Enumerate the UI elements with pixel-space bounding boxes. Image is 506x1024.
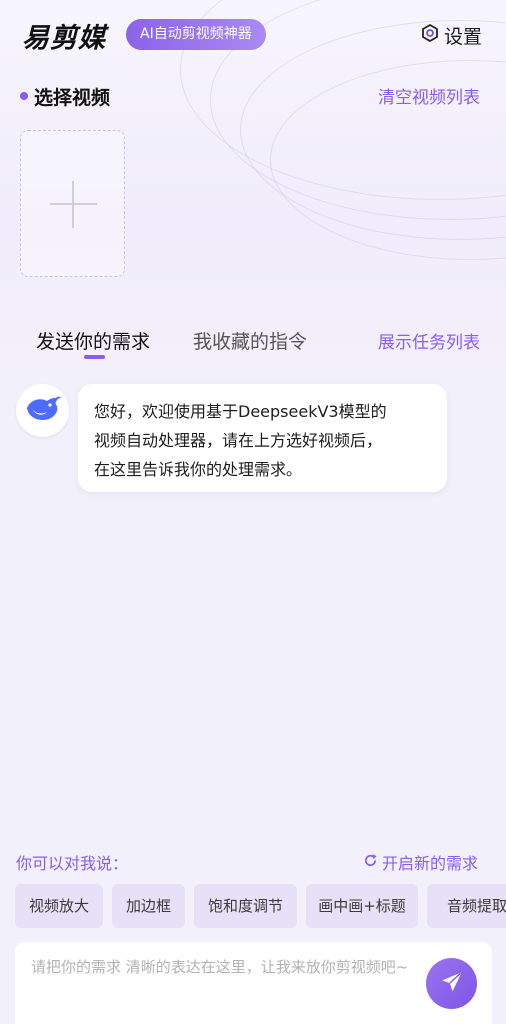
hexagon-gear-icon bbox=[420, 23, 440, 47]
paper-plane-icon bbox=[439, 969, 465, 999]
suggestion-chip[interactable]: 音频提取 bbox=[427, 884, 506, 928]
new-request-label: 开启新的需求 bbox=[382, 854, 479, 873]
request-input-container bbox=[15, 942, 492, 1024]
slogan-badge: AI自动剪视频神器 bbox=[126, 19, 266, 50]
avatar bbox=[16, 384, 69, 437]
app-logo: 易剪媒 bbox=[22, 23, 106, 54]
title-dot-icon bbox=[20, 92, 28, 100]
suggestion-chips: 视频放大 加边框 饱和度调节 画中画+标题 音频提取 bbox=[15, 884, 506, 928]
send-button[interactable] bbox=[426, 958, 477, 1009]
suggestion-chip[interactable]: 加边框 bbox=[112, 884, 185, 928]
assistant-message-bubble: 您好，欢迎使用基于DeepseekV3模型的 视频自动处理器，请在上方选好视频后… bbox=[78, 384, 447, 492]
add-video-button[interactable] bbox=[20, 130, 125, 277]
settings-label: 设置 bbox=[444, 25, 483, 48]
message-line: 您好，欢迎使用基于DeepseekV3模型的 bbox=[94, 402, 387, 421]
deepseek-whale-icon bbox=[24, 394, 62, 428]
show-task-list-link[interactable]: 展示任务列表 bbox=[378, 328, 480, 353]
tab-saved-commands[interactable]: 我收藏的指令 bbox=[193, 327, 307, 354]
active-tab-indicator bbox=[84, 355, 105, 359]
suggestion-chip[interactable]: 画中画+标题 bbox=[306, 884, 418, 928]
select-video-title: 选择视频 bbox=[20, 82, 110, 110]
request-input[interactable] bbox=[31, 956, 411, 1016]
new-request-button[interactable]: 开启新的需求 bbox=[363, 850, 478, 874]
clear-video-list-link[interactable]: 清空视频列表 bbox=[378, 83, 480, 108]
message-line: 视频自动处理器，请在上方选好视频后， bbox=[94, 431, 383, 450]
message-line: 在这里告诉我你的处理需求。 bbox=[94, 460, 303, 479]
app-header: 易剪媒 AI自动剪视频神器 设置 bbox=[0, 0, 506, 72]
select-video-label: 选择视频 bbox=[34, 86, 111, 109]
refresh-icon bbox=[363, 853, 378, 872]
suggestions-title: 你可以对我说： bbox=[16, 854, 129, 873]
tab-send-request[interactable]: 发送你的需求 bbox=[36, 327, 150, 354]
settings-button[interactable]: 设置 bbox=[420, 20, 482, 50]
suggestion-chip[interactable]: 视频放大 bbox=[15, 884, 103, 928]
suggestion-chip[interactable]: 饱和度调节 bbox=[194, 884, 297, 928]
